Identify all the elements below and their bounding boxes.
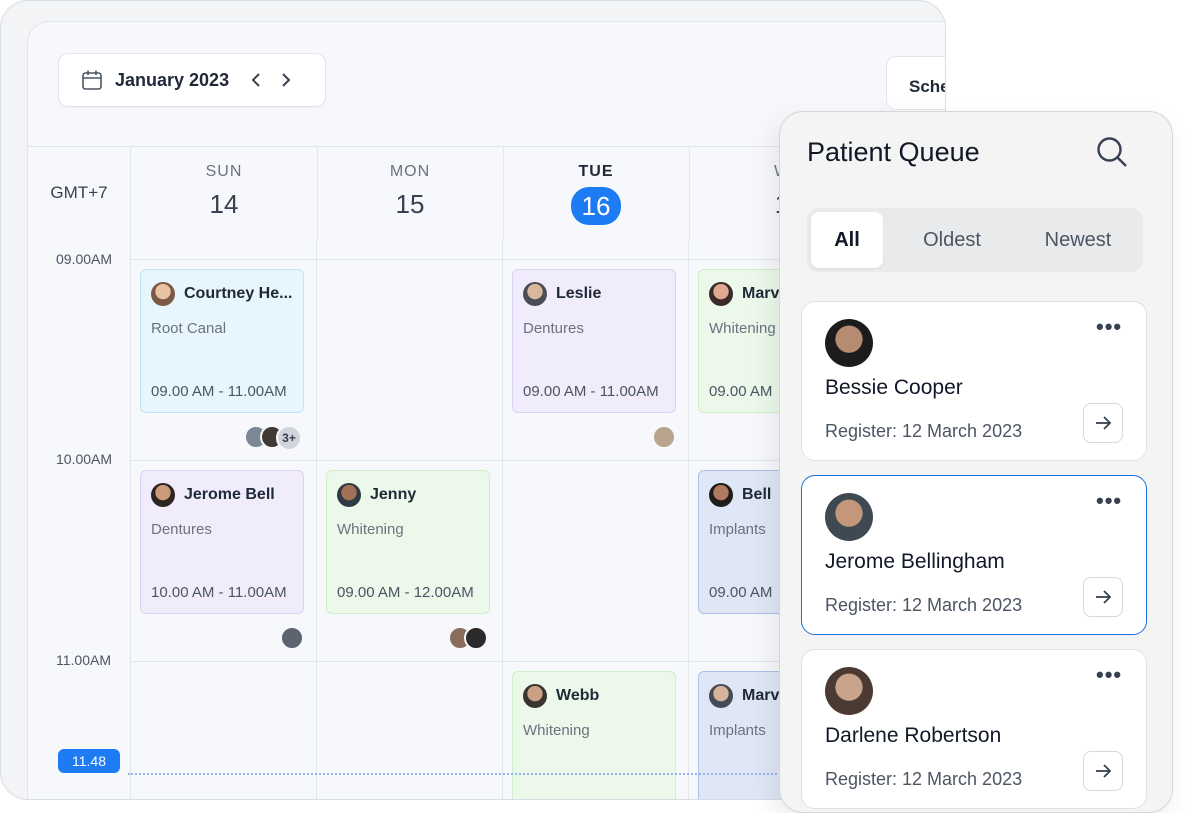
panel-title: Patient Queue [807,137,980,167]
tab-oldest[interactable]: Oldest [899,212,1005,268]
time-label: 09.00AM [56,251,113,267]
patient-queue-panel: Patient Queue All Oldest Newest ••• Bess… [779,111,1173,813]
attendee-group[interactable] [652,425,676,449]
grid-line [502,239,503,799]
appointment-card[interactable]: Webb Whitening [512,671,676,799]
open-patient-button[interactable] [1083,403,1123,443]
patient-card[interactable]: ••• Darlene Robertson Register: 12 March… [801,649,1147,809]
month-label: January 2023 [115,69,230,90]
prev-month-button[interactable] [241,65,271,95]
appointment-procedure: Dentures [523,320,584,337]
patient-register-date: Register: 12 March 2023 [825,421,1023,441]
appointment-patient-name: Jenny [370,486,417,503]
appointment-card[interactable]: Leslie Dentures 09.00 AM - 11.00AM [512,269,676,413]
more-options-icon[interactable]: ••• [1096,664,1122,694]
time-label: 11.00AM [56,652,111,668]
avatar [337,483,361,507]
avatar [709,483,733,507]
avatar [523,282,547,306]
appointment-procedure: Whitening [337,521,404,538]
grid-line [688,239,689,799]
attendee-group[interactable] [448,626,488,650]
chevron-left-icon [251,73,260,87]
grid-line [316,239,317,799]
day-number: 15 [395,189,425,219]
patient-register-date: Register: 12 March 2023 [825,595,1023,615]
appointment-patient-name: Courtney He... [184,285,293,302]
current-time-badge: 11.48 [58,749,120,773]
day-of-week: SUN [205,163,243,180]
attendee-group[interactable] [280,626,304,650]
patient-name: Jerome Bellingham [825,550,1005,573]
patient-card[interactable]: ••• Bessie Cooper Register: 12 March 202… [801,301,1147,461]
open-patient-button[interactable] [1083,751,1123,791]
avatar [825,319,873,367]
attendee-group[interactable]: 3+ [244,425,302,451]
appointment-card[interactable]: Jerome Bell Dentures 10.00 AM - 11.00AM [140,470,304,614]
appointment-time: 10.00 AM - 11.00AM [151,584,287,601]
chevron-right-icon [282,73,291,87]
arrow-right-icon [1096,590,1112,604]
month-picker[interactable]: January 2023 [58,53,326,107]
appointment-patient-name: Jerome Bell [184,486,275,503]
avatar [151,483,175,507]
appointment-patient-name: Webb [556,687,600,704]
appointment-time: 09.00 AM [709,383,773,400]
avatar [825,667,873,715]
day-of-week: TUE [578,163,614,180]
time-label: 10.00AM [56,451,113,467]
avatar [280,626,304,650]
avatar [652,425,676,449]
appointment-procedure: Root Canal [151,320,227,337]
appointment-time: 09.00 AM [709,584,773,601]
appointment-procedure: Whitening [523,722,590,739]
appointment-procedure: Dentures [151,521,212,538]
avatar [523,684,547,708]
appointment-patient-name: Leslie [556,285,602,302]
day-header-sun[interactable]: SUN 14 [131,147,318,239]
more-options-icon[interactable]: ••• [1096,490,1122,520]
appointment-patient-name: Marv [742,285,780,302]
avatar [709,684,733,708]
day-number: 14 [209,189,239,219]
arrow-right-icon [1096,416,1112,430]
grid-line [130,239,131,799]
more-attendees-badge: 3+ [276,425,302,451]
appointment-card[interactable]: Courtney He... Root Canal 09.00 AM - 11.… [140,269,304,413]
avatar [151,282,175,306]
patient-name: Bessie Cooper [825,376,963,399]
timezone-label: GMT+7 [28,147,131,239]
tab-all[interactable]: All [811,212,883,268]
patient-register-date: Register: 12 March 2023 [825,769,1023,789]
day-header-tue[interactable]: TUE 16 [503,147,690,239]
more-options-icon[interactable]: ••• [1096,316,1122,346]
appointment-time: 09.00 AM - 11.00AM [151,383,287,400]
day-header-mon[interactable]: MON 15 [317,147,504,239]
calendar-icon [81,69,103,91]
appointment-patient-name: Bell [742,486,772,503]
appointment-time: 09.00 AM - 12.00AM [337,584,474,601]
patient-name: Darlene Robertson [825,724,1002,747]
schedule-button[interactable]: Sche [886,56,945,110]
patient-card-selected[interactable]: ••• Jerome Bellingham Register: 12 March… [801,475,1147,635]
search-icon [1097,137,1127,167]
appointment-time: 09.00 AM - 11.00AM [523,383,659,400]
open-patient-button[interactable] [1083,577,1123,617]
queue-filter-tabs: All Oldest Newest [807,208,1143,272]
search-button[interactable] [1094,134,1130,170]
avatar [709,282,733,306]
today-day-number: 16 [571,187,621,225]
arrow-right-icon [1096,764,1112,778]
appointment-patient-name: Marv [742,687,780,704]
avatar [825,493,873,541]
avatar [464,626,488,650]
next-month-button[interactable] [271,65,301,95]
day-of-week: MON [389,163,431,180]
tab-newest[interactable]: Newest [1021,212,1135,268]
appointment-card[interactable]: Jenny Whitening 09.00 AM - 12.00AM [326,470,490,614]
